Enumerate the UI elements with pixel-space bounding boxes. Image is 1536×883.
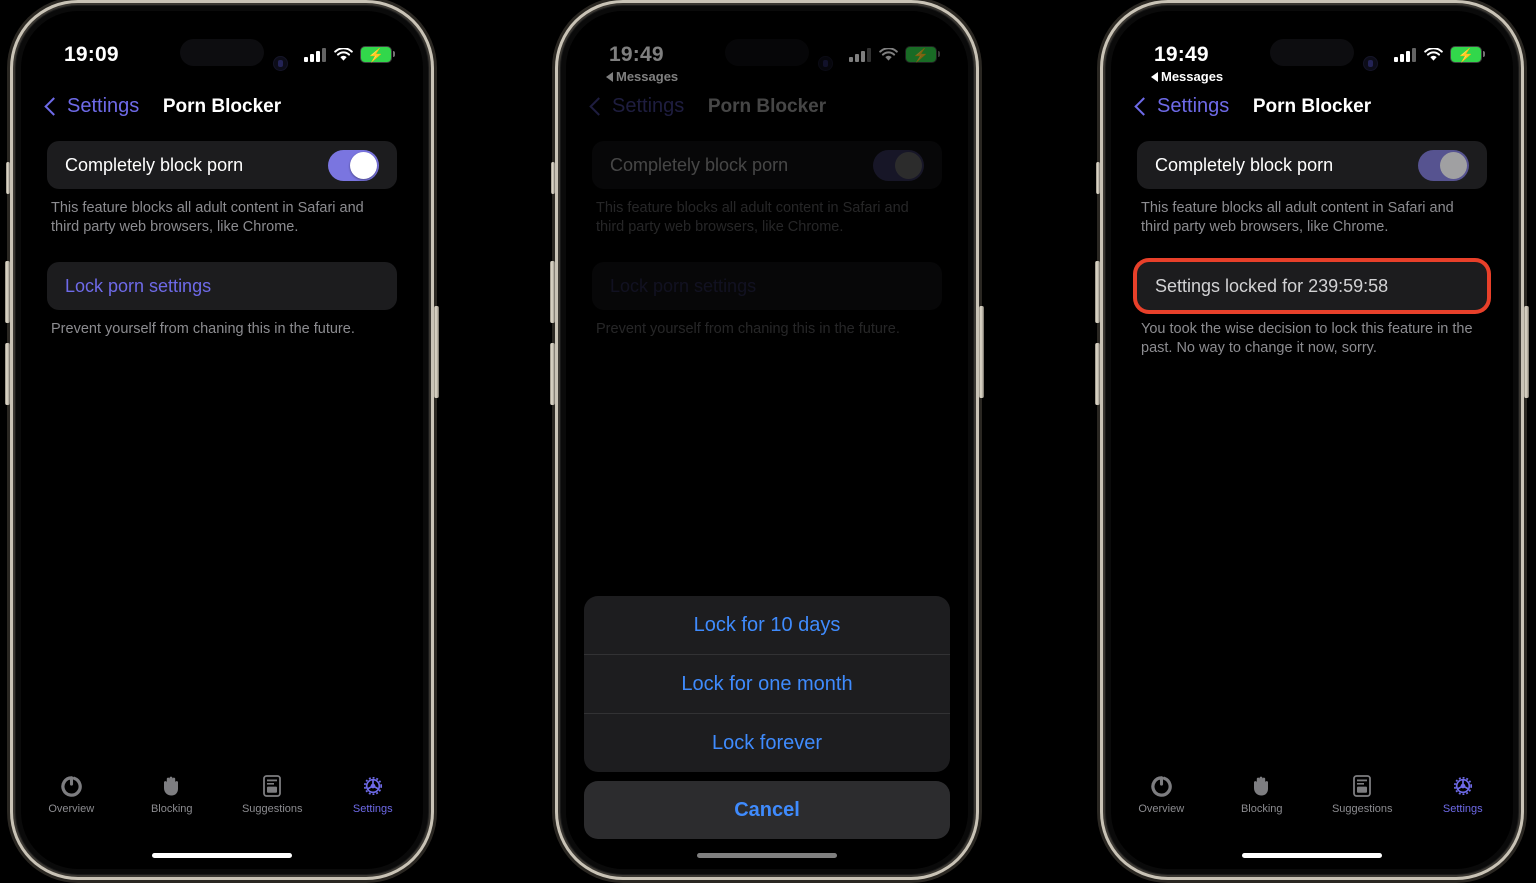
settings-locked-label: Settings locked for 239:59:58 <box>1155 275 1389 296</box>
battery-charging-icon: ⚡ <box>361 47 395 62</box>
tab-bar: Overview Blocking Suggestions Settings <box>1111 773 1513 831</box>
tab-settings[interactable]: Settings <box>1413 773 1514 831</box>
toggle-knob <box>1440 151 1467 179</box>
action-lock-one-month[interactable]: Lock for one month <box>584 654 950 713</box>
gauge-ring-icon <box>60 773 83 799</box>
screen-middle: 19:49 Messages ⚡ <box>566 11 968 869</box>
triangle-left-icon <box>1151 71 1158 82</box>
phone-left: 19:09 ⚡ Settings Porn Blocker Completely… <box>5 6 439 874</box>
document-card-icon <box>1352 773 1372 799</box>
block-porn-row[interactable]: Completely block porn <box>47 141 397 189</box>
tab-suggestions[interactable]: Suggestions <box>222 773 323 831</box>
toggle-knob <box>350 151 377 179</box>
action-lock-forever[interactable]: Lock forever <box>584 713 950 772</box>
cancel-button[interactable]: Cancel <box>584 781 950 839</box>
block-porn-footnote: This feature blocks all adult content in… <box>51 200 364 235</box>
settings-locked-row: Settings locked for 239:59:58 <box>1137 262 1487 311</box>
tab-suggestions[interactable]: Suggestions <box>1312 773 1413 831</box>
power-button[interactable] <box>434 306 439 398</box>
action-sheet-options: Lock for 10 days Lock for one month Lock… <box>584 596 950 772</box>
tab-suggestions-label: Suggestions <box>1331 803 1393 815</box>
gear-icon <box>1451 773 1475 799</box>
silence-switch[interactable] <box>6 162 10 194</box>
tab-settings[interactable]: Settings <box>323 773 424 831</box>
tab-settings-label: Settings <box>352 803 393 815</box>
action-lock-10-days[interactable]: Lock for 10 days <box>584 596 950 654</box>
volume-down-button[interactable] <box>1095 343 1100 405</box>
back-to-app-label: Messages <box>1161 69 1224 84</box>
phone-right: 19:49 Messages ⚡ Settings Porn Blocker C… <box>1095 6 1529 874</box>
tab-blocking-label: Blocking <box>150 803 193 815</box>
tab-blocking[interactable]: Blocking <box>122 773 223 831</box>
lock-settings-label: Lock porn settings <box>65 275 212 296</box>
tab-overview-label: Overview <box>48 803 95 815</box>
cellular-signal-icon <box>304 47 326 62</box>
back-to-app-indicator[interactable]: Messages <box>1151 69 1223 84</box>
settings-locked-footnote: You took the wise decision to lock this … <box>1141 321 1473 356</box>
block-porn-row: Completely block porn <box>1137 141 1487 189</box>
volume-down-button[interactable] <box>550 343 555 405</box>
screen-left: 19:09 ⚡ Settings Porn Blocker Completely… <box>21 11 423 869</box>
tab-overview[interactable]: Overview <box>1111 773 1212 831</box>
battery-charging-icon: ⚡ <box>1451 47 1485 62</box>
status-bar: 19:49 Messages ⚡ <box>1111 11 1513 84</box>
silence-switch[interactable] <box>1096 162 1100 194</box>
settings-content: Completely block porn This feature block… <box>1111 141 1513 869</box>
lock-settings-row[interactable]: Lock porn settings <box>47 262 397 311</box>
block-porn-toggle <box>1418 149 1469 181</box>
wifi-icon <box>1424 47 1443 61</box>
status-indicators: ⚡ <box>1394 47 1485 62</box>
hand-icon <box>1251 773 1273 799</box>
page-title: Porn Blocker <box>162 96 282 117</box>
volume-up-button[interactable] <box>1095 261 1100 323</box>
gauge-ring-icon <box>1150 773 1173 799</box>
screenshot-stage: 19:09 ⚡ Settings Porn Blocker Completely… <box>0 0 1536 883</box>
tab-bar: Overview Blocking Suggestions Settings <box>21 773 423 831</box>
power-button[interactable] <box>979 306 984 398</box>
block-porn-label: Completely block porn <box>65 154 244 175</box>
tab-blocking[interactable]: Blocking <box>1212 773 1313 831</box>
tab-blocking-label: Blocking <box>1240 803 1283 815</box>
settings-content: Completely block porn This feature block… <box>21 141 423 869</box>
home-indicator[interactable] <box>152 853 292 858</box>
tab-overview-label: Overview <box>1138 803 1185 815</box>
document-card-icon <box>262 773 282 799</box>
tab-settings-label: Settings <box>1442 803 1483 815</box>
lock-settings-footnote: Prevent yourself from chaning this in th… <box>51 321 355 338</box>
tab-overview[interactable]: Overview <box>21 773 122 831</box>
status-indicators: ⚡ <box>304 47 395 62</box>
screen-right: 19:49 Messages ⚡ Settings Porn Blocker C… <box>1111 11 1513 869</box>
wifi-icon <box>334 47 353 61</box>
hand-icon <box>161 773 183 799</box>
tab-suggestions-label: Suggestions <box>241 803 303 815</box>
volume-up-button[interactable] <box>550 261 555 323</box>
block-porn-toggle[interactable] <box>328 149 379 181</box>
status-time: 19:49 <box>1154 43 1209 66</box>
navigation-bar: Settings Porn Blocker <box>21 89 423 133</box>
status-bar: 19:09 ⚡ <box>21 11 423 83</box>
block-porn-footnote: This feature blocks all adult content in… <box>1141 200 1454 235</box>
volume-down-button[interactable] <box>5 343 10 405</box>
cellular-signal-icon <box>1394 47 1416 62</box>
status-time: 19:09 <box>64 43 119 66</box>
home-indicator[interactable] <box>1242 853 1382 858</box>
volume-up-button[interactable] <box>5 261 10 323</box>
phone-middle: 19:49 Messages ⚡ <box>550 6 984 874</box>
gear-icon <box>361 773 385 799</box>
page-title: Porn Blocker <box>1252 96 1372 117</box>
navigation-bar: Settings Porn Blocker <box>1111 89 1513 133</box>
power-button[interactable] <box>1524 306 1529 398</box>
action-sheet: Lock for 10 days Lock for one month Lock… <box>566 596 968 839</box>
silence-switch[interactable] <box>551 162 555 194</box>
block-porn-label: Completely block porn <box>1155 154 1334 175</box>
